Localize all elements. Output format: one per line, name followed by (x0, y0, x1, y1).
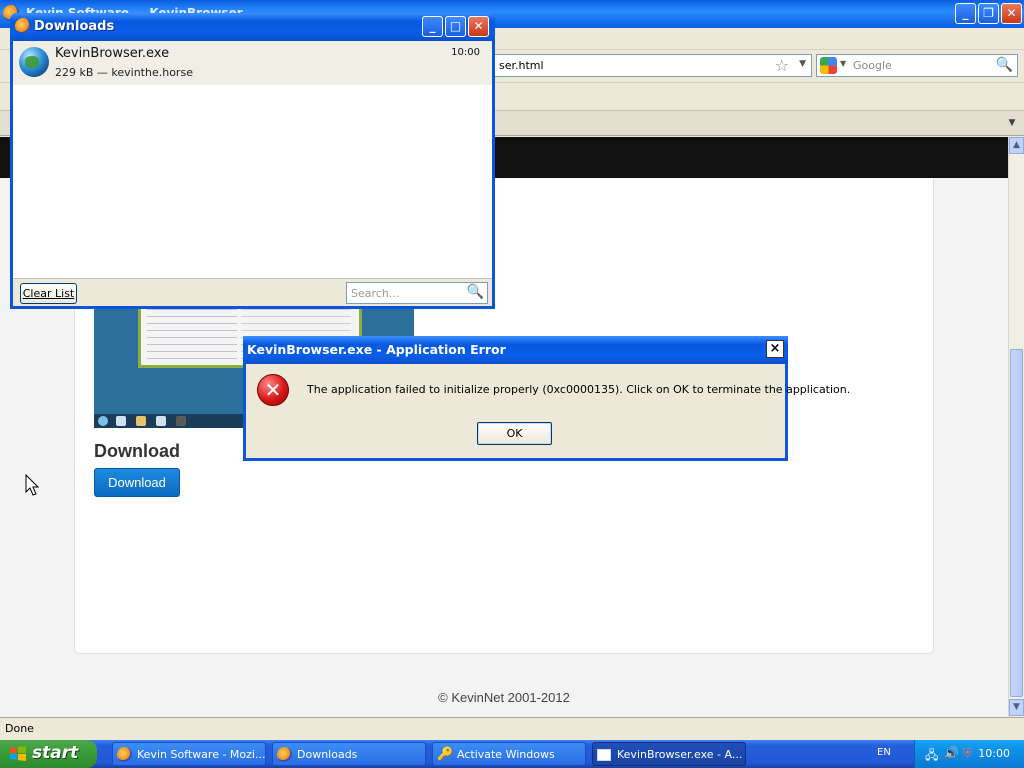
bookmark-star-icon[interactable]: ☆ (775, 56, 789, 75)
downloads-maximize-button[interactable]: □ (445, 16, 466, 37)
url-bar[interactable]: ser.html ☆ ▼ (494, 54, 812, 77)
language-indicator[interactable]: EN (877, 747, 891, 758)
downloads-minimize-button[interactable]: _ (422, 16, 443, 37)
firefox-icon (277, 747, 292, 762)
globe-icon (19, 47, 49, 77)
error-dialog-title: KevinBrowser.exe - Application Error (247, 342, 506, 357)
security-shield-icon[interactable]: ⛨ (963, 746, 977, 761)
taskbar-button-downloads[interactable]: Downloads (272, 742, 426, 766)
scroll-up-arrow-icon[interactable]: ▲ (1009, 137, 1024, 154)
search-icon[interactable]: 🔍 (467, 284, 484, 300)
url-dropdown-icon[interactable]: ▼ (799, 59, 806, 69)
taskbar-button-label: Downloads (297, 748, 358, 761)
google-engine-icon[interactable] (820, 57, 837, 74)
download-item[interactable]: KevinBrowser.exe 229 kB — kevinthe.horse… (13, 41, 492, 85)
firefox-icon (117, 747, 132, 762)
downloads-footer: Clear List Search... 🔍 (13, 278, 492, 306)
error-close-button[interactable]: × (766, 340, 784, 358)
downloads-search-placeholder: Search... (351, 287, 400, 300)
clear-list-button[interactable]: Clear List (20, 283, 77, 304)
copyright-text: © KevinNet 2001-2012 (438, 690, 570, 705)
taskbar-button-error[interactable]: KevinBrowser.exe - A... (592, 742, 746, 766)
system-tray: 🖧 🔊 ⛨ 10:00 (914, 740, 1024, 768)
url-text: ser.html (499, 59, 544, 72)
close-button[interactable]: ✕ (1001, 3, 1022, 24)
taskbar-button-label: Activate Windows (457, 748, 555, 761)
restore-button[interactable]: ❐ (978, 3, 999, 24)
taskbar-button-browser[interactable]: Kevin Software - Mozi... (112, 742, 266, 766)
mouse-pointer-icon (25, 474, 39, 496)
clear-list-label: Clear List (22, 287, 75, 300)
application-error-dialog: KevinBrowser.exe - Application Error × ✕… (243, 336, 850, 461)
scroll-down-arrow-icon[interactable]: ▼ (1009, 699, 1024, 716)
download-filename: KevinBrowser.exe (55, 46, 170, 61)
search-placeholder: Google (853, 59, 892, 72)
downloads-search-input[interactable]: Search... 🔍 (346, 282, 488, 304)
start-button[interactable]: start (0, 740, 97, 768)
error-dialog-body: ✕ The application failed to initialize p… (246, 364, 850, 458)
downloads-window: Downloads _ □ ✕ KevinBrowser.exe 229 kB … (10, 13, 495, 309)
ok-button[interactable]: OK (477, 422, 552, 445)
network-icon[interactable]: 🖧 (925, 746, 939, 762)
vertical-scrollbar[interactable]: ▲ ▼ (1008, 137, 1024, 717)
engine-dropdown-icon[interactable]: ▼ (840, 59, 846, 68)
downloads-titlebar[interactable]: Downloads _ □ ✕ (10, 13, 495, 41)
downloads-title: Downloads (34, 19, 115, 34)
download-button[interactable]: Download (94, 468, 180, 497)
download-time: 10:00 (451, 47, 480, 58)
window-icon (597, 749, 611, 761)
clock[interactable]: 10:00 (978, 747, 1010, 760)
error-icon: ✕ (257, 374, 289, 406)
status-text: Done (5, 722, 34, 735)
volume-icon[interactable]: 🔊 (944, 746, 959, 761)
error-dialog-titlebar[interactable]: KevinBrowser.exe - Application Error × (243, 336, 788, 364)
windows-flag-icon (9, 745, 27, 763)
firefox-icon (15, 18, 31, 34)
download-size-source: 229 kB — kevinthe.horse (55, 66, 193, 79)
downloads-list: KevinBrowser.exe 229 kB — kevinthe.horse… (13, 41, 492, 306)
taskbar-button-activate[interactable]: 🔑 Activate Windows (432, 742, 586, 766)
taskbar-button-label: KevinBrowser.exe - A... (617, 748, 743, 761)
download-heading: Download (94, 441, 180, 461)
search-bar[interactable]: ▼ Google 🔍 (816, 54, 1018, 77)
start-label: start (32, 743, 79, 763)
keys-icon: 🔑 (437, 747, 454, 762)
error-message: The application failed to initialize pro… (307, 383, 851, 396)
taskbar-button-label: Kevin Software - Mozi... (137, 748, 266, 761)
tab-list-dropdown-icon[interactable]: ▼ (1004, 114, 1020, 132)
minimize-button[interactable]: _ (955, 3, 976, 24)
downloads-close-button[interactable]: ✕ (468, 16, 489, 37)
scroll-thumb[interactable] (1010, 349, 1023, 697)
taskbar: start Kevin Software - Mozi... Downloads… (0, 740, 1024, 768)
status-bar: Done (0, 717, 1024, 740)
search-icon[interactable]: 🔍 (996, 57, 1013, 73)
